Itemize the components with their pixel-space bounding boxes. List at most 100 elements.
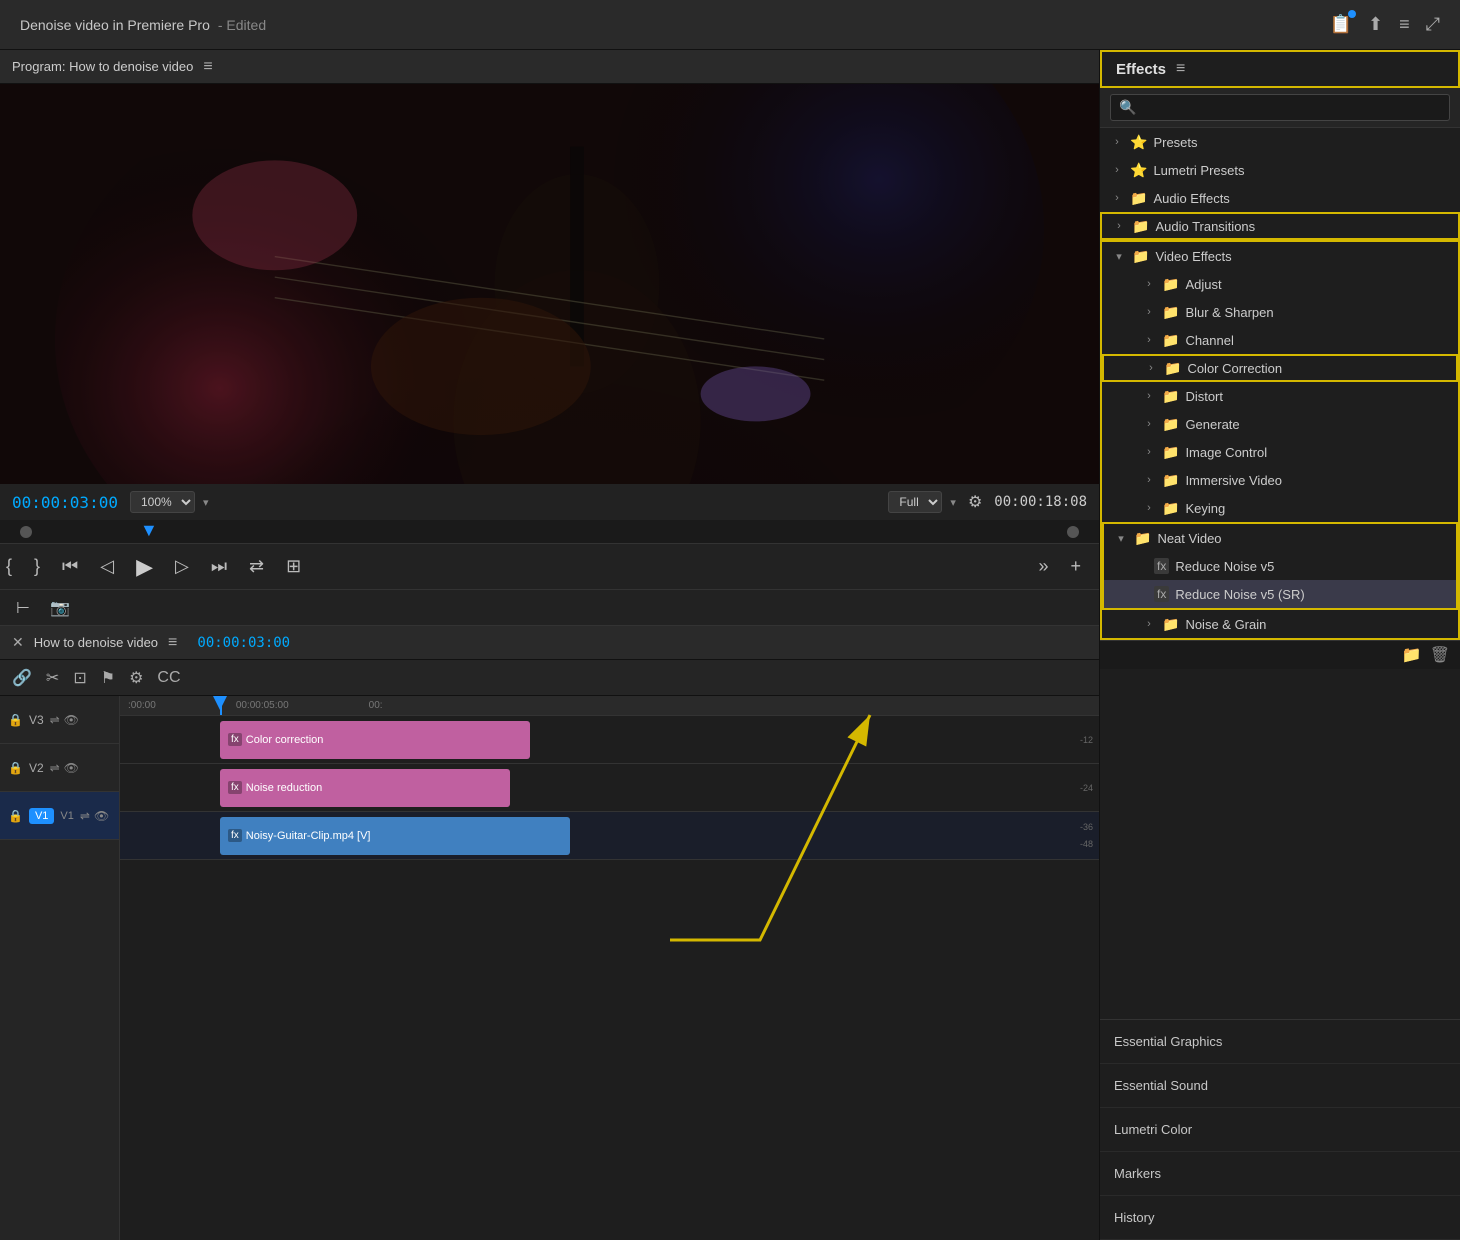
- search-input[interactable]: [1142, 100, 1441, 115]
- chevron-video-effects-icon: ▾: [1112, 250, 1126, 263]
- sidebar-item-audio-effects[interactable]: › 📁 Audio Effects: [1100, 184, 1460, 212]
- sidebar-item-blur-sharpen[interactable]: › 📁 Blur & Sharpen: [1102, 298, 1458, 326]
- sync-v2-icon[interactable]: ⇌: [50, 761, 60, 775]
- play-btn[interactable]: ▶: [130, 550, 159, 584]
- mark-in-btn[interactable]: {: [0, 552, 18, 581]
- sidebar-item-keying[interactable]: › 📁 Keying: [1102, 494, 1458, 522]
- video-bg: [0, 84, 1099, 484]
- more-options-btn[interactable]: »: [1032, 552, 1054, 581]
- chevron-image-control-icon: ›: [1142, 446, 1156, 458]
- lock-v3-icon[interactable]: 🔒: [8, 713, 23, 727]
- settings-icon[interactable]: ⚙: [964, 490, 986, 514]
- eye-v3-icon[interactable]: 👁: [64, 713, 79, 727]
- sidebar-item-noise-grain[interactable]: › 📁 Noise & Grain: [1102, 610, 1458, 638]
- panel-lumetri-color[interactable]: Lumetri Color: [1100, 1108, 1460, 1152]
- clip-label-nr: Noise reduction: [246, 782, 322, 794]
- bottom-panels: Essential Graphics Essential Sound Lumet…: [1100, 1019, 1460, 1240]
- timeline-close-btn[interactable]: ✕: [12, 634, 24, 651]
- sidebar-item-lumetri[interactable]: › ⭐ Lumetri Presets: [1100, 156, 1460, 184]
- step-frame-fwd-btn[interactable]: ▷: [169, 552, 195, 581]
- quality-select[interactable]: Full 1/2 1/4: [888, 491, 942, 513]
- lock-v1-icon[interactable]: 🔒: [8, 809, 23, 823]
- track-label-v3: 🔒 V3 ⇌ 👁: [0, 696, 119, 744]
- captions-icon[interactable]: ≡: [1399, 14, 1410, 35]
- delete-effect-icon[interactable]: 🗑: [1430, 645, 1450, 665]
- sidebar-item-distort[interactable]: › 📁 Distort: [1102, 382, 1458, 410]
- trim-icon[interactable]: ⊢: [12, 596, 34, 620]
- effect-reduce-noise-v5-sr[interactable]: fx Reduce Noise v5 (SR): [1104, 580, 1456, 608]
- track-select-tool[interactable]: ⊡: [69, 666, 90, 690]
- timeline-tools: 🔗 ✂ ⊡ ⚑ ⚙ CC: [0, 660, 1099, 696]
- folder-color-correction-icon: 📁: [1164, 360, 1181, 377]
- monitor-timecode[interactable]: 00:00:03:00: [12, 493, 122, 512]
- ruler-playhead: [220, 696, 222, 715]
- clip-guitar[interactable]: fx Noisy-Guitar-Clip.mp4 [V]: [220, 817, 570, 855]
- sidebar-item-generate[interactable]: › 📁 Generate: [1102, 410, 1458, 438]
- track-v3-name: V3: [29, 713, 44, 727]
- clip-color-correction[interactable]: fx Color correction: [220, 721, 530, 759]
- db-indicators-v1: -36 -48: [1049, 812, 1099, 859]
- sidebar-item-audio-transitions[interactable]: › 📁 Audio Transitions: [1100, 212, 1460, 240]
- sync-v3-icon[interactable]: ⇌: [50, 713, 60, 727]
- panel-markers[interactable]: Markers: [1100, 1152, 1460, 1196]
- lock-v2-icon[interactable]: 🔒: [8, 761, 23, 775]
- timeline-menu-icon[interactable]: ≡: [168, 634, 177, 652]
- chevron-distort-icon: ›: [1142, 390, 1156, 402]
- chevron-presets-icon: ›: [1110, 136, 1124, 148]
- camera-icon[interactable]: 📷: [46, 596, 74, 620]
- captions-tool[interactable]: CC: [153, 667, 184, 689]
- sidebar-item-video-effects[interactable]: ▾ 📁 Video Effects: [1102, 242, 1458, 270]
- eye-v1-icon[interactable]: 👁: [94, 809, 109, 823]
- track-v1-btn[interactable]: V1: [29, 808, 54, 824]
- step-back-btn[interactable]: }: [28, 552, 46, 581]
- go-to-out-btn[interactable]: ⏭: [205, 552, 233, 581]
- film-reduce-noise-v5-sr-icon: fx: [1154, 586, 1169, 602]
- monitor-menu-icon[interactable]: ≡: [203, 58, 212, 76]
- chevron-immersive-icon: ›: [1142, 474, 1156, 486]
- sidebar-item-immersive-video[interactable]: › 📁 Immersive Video: [1102, 466, 1458, 494]
- snap-tool[interactable]: 🔗: [8, 666, 36, 690]
- effects-header: Effects ≡: [1100, 50, 1460, 88]
- chevron-blur-icon: ›: [1142, 306, 1156, 318]
- loop-btn[interactable]: ⇄: [243, 552, 270, 581]
- timeline-timecode[interactable]: 00:00:03:00: [197, 635, 290, 651]
- neat-video-section: ▾ 📁 Neat Video fx Reduce Noise v5 fx: [1102, 522, 1458, 610]
- ruler-mark-3: 00:: [369, 700, 383, 711]
- razor-tool[interactable]: ✂: [42, 666, 63, 690]
- sidebar-item-color-correction[interactable]: › 📁 Color Correction: [1102, 354, 1458, 382]
- monitor-controls: 00:00:03:00 100% 50% 75% Fit ▾ Full 1/2 …: [0, 484, 1099, 520]
- effect-reduce-noise-v5[interactable]: fx Reduce Noise v5: [1104, 552, 1456, 580]
- notifications-icon[interactable]: 📋: [1330, 14, 1352, 35]
- panel-history[interactable]: History: [1100, 1196, 1460, 1240]
- panel-essential-sound[interactable]: Essential Sound: [1100, 1064, 1460, 1108]
- panel-essential-graphics[interactable]: Essential Graphics: [1100, 1020, 1460, 1064]
- go-to-in-btn[interactable]: ⏮: [56, 552, 84, 581]
- folder-noise-grain-icon: 📁: [1162, 616, 1179, 633]
- settings-tool[interactable]: ⚙: [125, 666, 147, 690]
- clip-noise-reduction[interactable]: fx Noise reduction: [220, 769, 510, 807]
- step-frame-back-btn[interactable]: ◁: [94, 552, 120, 581]
- clip-label-g: Noisy-Guitar-Clip.mp4 [V]: [246, 830, 371, 842]
- zoom-select[interactable]: 100% 50% 75% Fit: [130, 491, 195, 513]
- add-btn[interactable]: +: [1064, 552, 1087, 581]
- sidebar-item-presets[interactable]: › ⭐ Presets: [1100, 128, 1460, 156]
- effects-menu-icon[interactable]: ≡: [1176, 60, 1185, 78]
- expand-icon[interactable]: ⤢: [1426, 14, 1440, 35]
- track-content-area: :00:00 00:00:05:00 00: fx Color correcti…: [120, 696, 1099, 1240]
- playhead-bar: ▼: [0, 520, 1099, 544]
- sidebar-item-neat-video[interactable]: ▾ 📁 Neat Video: [1104, 524, 1456, 552]
- timeline: ✕ How to denoise video ≡ 00:00:03:00 🔗 ✂…: [0, 626, 1099, 1240]
- chevron-lumetri-icon: ›: [1110, 164, 1124, 176]
- new-folder-icon[interactable]: 📁: [1402, 645, 1422, 665]
- share-icon[interactable]: ⬆: [1368, 14, 1383, 35]
- sidebar-item-channel[interactable]: › 📁 Channel: [1102, 326, 1458, 354]
- chevron-keying-icon: ›: [1142, 502, 1156, 514]
- multi-cam-btn[interactable]: ⊞: [280, 552, 307, 581]
- sidebar-item-image-control[interactable]: › 📁 Image Control: [1102, 438, 1458, 466]
- sidebar-item-adjust[interactable]: › 📁 Adjust: [1102, 270, 1458, 298]
- eye-v2-icon[interactable]: 👁: [64, 761, 79, 775]
- flag-tool[interactable]: ⚑: [97, 666, 119, 690]
- sync-v1-icon[interactable]: ⇌: [80, 809, 90, 823]
- audio-effects-label: Audio Effects: [1153, 191, 1229, 206]
- effects-title: Effects: [1116, 61, 1166, 78]
